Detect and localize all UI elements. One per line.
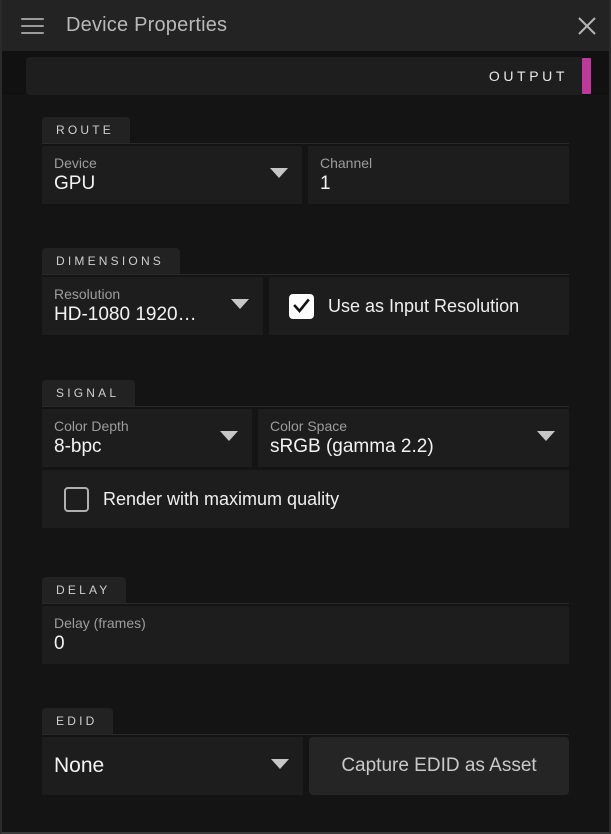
window-title: Device Properties: [66, 14, 228, 36]
color-depth-label: Color Depth: [54, 418, 129, 434]
use-as-input-resolution-label: Use as Input Resolution: [328, 295, 520, 316]
edid-row: None Capture EDID as Asset: [42, 737, 569, 795]
edid-value: None: [54, 754, 105, 777]
section-header-route: ROUTE: [42, 117, 130, 143]
section-divider: [42, 406, 569, 407]
hamburger-line: [20, 24, 44, 27]
use-as-input-resolution-checkbox[interactable]: Use as Input Resolution: [269, 277, 569, 335]
delay-frames-value: 0: [54, 633, 65, 654]
section-header-signal: SIGNAL: [42, 380, 136, 406]
section-header-edid: EDID: [42, 708, 114, 734]
tab-output[interactable]: OUTPUT: [26, 57, 582, 95]
checkbox-checked-icon: [289, 293, 314, 319]
section-delay: DELAY Delay (frames) 0: [42, 577, 569, 664]
tab-accent-bar: [582, 58, 591, 94]
dimensions-row: Resolution HD-1080 1920… Use as Input Re…: [42, 277, 569, 335]
color-space-dropdown[interactable]: Color Space sRGB (gamma 2.2): [258, 409, 569, 467]
color-space-value: sRGB (gamma 2.2): [270, 436, 434, 457]
channel-value: 1: [320, 173, 331, 194]
device-properties-window: Device Properties OUTPUT ROUTE Device GP…: [0, 0, 611, 834]
section-edid: EDID None Capture EDID as Asset: [42, 708, 569, 795]
section-label: DIMENSIONS: [56, 254, 165, 268]
chevron-down-icon: [537, 431, 555, 441]
section-dimensions: DIMENSIONS Resolution HD-1080 1920… Use …: [42, 248, 569, 335]
section-signal: SIGNAL Color Depth 8-bpc Color Space sRG…: [42, 380, 569, 528]
chevron-down-icon: [271, 759, 289, 769]
edid-dropdown[interactable]: None: [42, 737, 303, 795]
signal-row: Color Depth 8-bpc Color Space sRGB (gamm…: [42, 409, 569, 467]
chevron-down-icon: [270, 168, 288, 178]
section-label: DELAY: [56, 583, 111, 597]
delay-frames-label: Delay (frames): [54, 615, 146, 631]
properties-content: ROUTE Device GPU Channel 1 DIMENSIONS Re…: [2, 95, 609, 832]
hamburger-line: [20, 31, 44, 34]
close-button[interactable]: [561, 0, 609, 51]
hamburger-icon[interactable]: [10, 0, 54, 51]
checkbox-unchecked-icon: [64, 486, 89, 512]
capture-edid-button[interactable]: Capture EDID as Asset: [309, 737, 569, 795]
section-label: EDID: [56, 714, 98, 728]
device-value: GPU: [54, 173, 96, 194]
tab-bar: OUTPUT: [26, 57, 591, 95]
section-label: ROUTE: [56, 123, 114, 137]
resolution-label: Resolution: [54, 286, 121, 302]
section-divider: [42, 274, 569, 275]
channel-field[interactable]: Channel 1: [308, 146, 569, 204]
chevron-down-icon: [220, 431, 238, 441]
hamburger-line: [20, 17, 44, 20]
section-divider: [42, 603, 569, 604]
title-bar: Device Properties: [2, 0, 609, 51]
channel-label: Channel: [320, 155, 373, 171]
section-divider: [42, 143, 569, 144]
resolution-dropdown[interactable]: Resolution HD-1080 1920…: [42, 277, 263, 335]
device-dropdown[interactable]: Device GPU: [42, 146, 302, 204]
chevron-down-icon: [231, 299, 249, 309]
section-route: ROUTE Device GPU Channel 1: [42, 117, 569, 204]
color-space-label: Color Space: [270, 418, 348, 434]
color-depth-dropdown[interactable]: Color Depth 8-bpc: [42, 409, 252, 467]
section-label: SIGNAL: [56, 386, 120, 400]
delay-frames-field[interactable]: Delay (frames) 0: [42, 606, 569, 664]
delay-row: Delay (frames) 0: [42, 606, 569, 664]
tab-output-label: OUTPUT: [488, 68, 568, 84]
checkmark-icon: [293, 298, 310, 313]
render-max-quality-label: Render with maximum quality: [103, 488, 340, 509]
section-header-delay: DELAY: [42, 577, 127, 603]
color-depth-value: 8-bpc: [54, 436, 102, 457]
resolution-value: HD-1080 1920…: [54, 304, 197, 325]
device-label: Device: [54, 155, 97, 171]
section-divider: [42, 734, 569, 735]
route-row: Device GPU Channel 1: [42, 146, 569, 204]
section-header-dimensions: DIMENSIONS: [42, 248, 181, 274]
render-max-quality-checkbox[interactable]: Render with maximum quality: [42, 470, 569, 528]
close-icon: [578, 16, 596, 35]
